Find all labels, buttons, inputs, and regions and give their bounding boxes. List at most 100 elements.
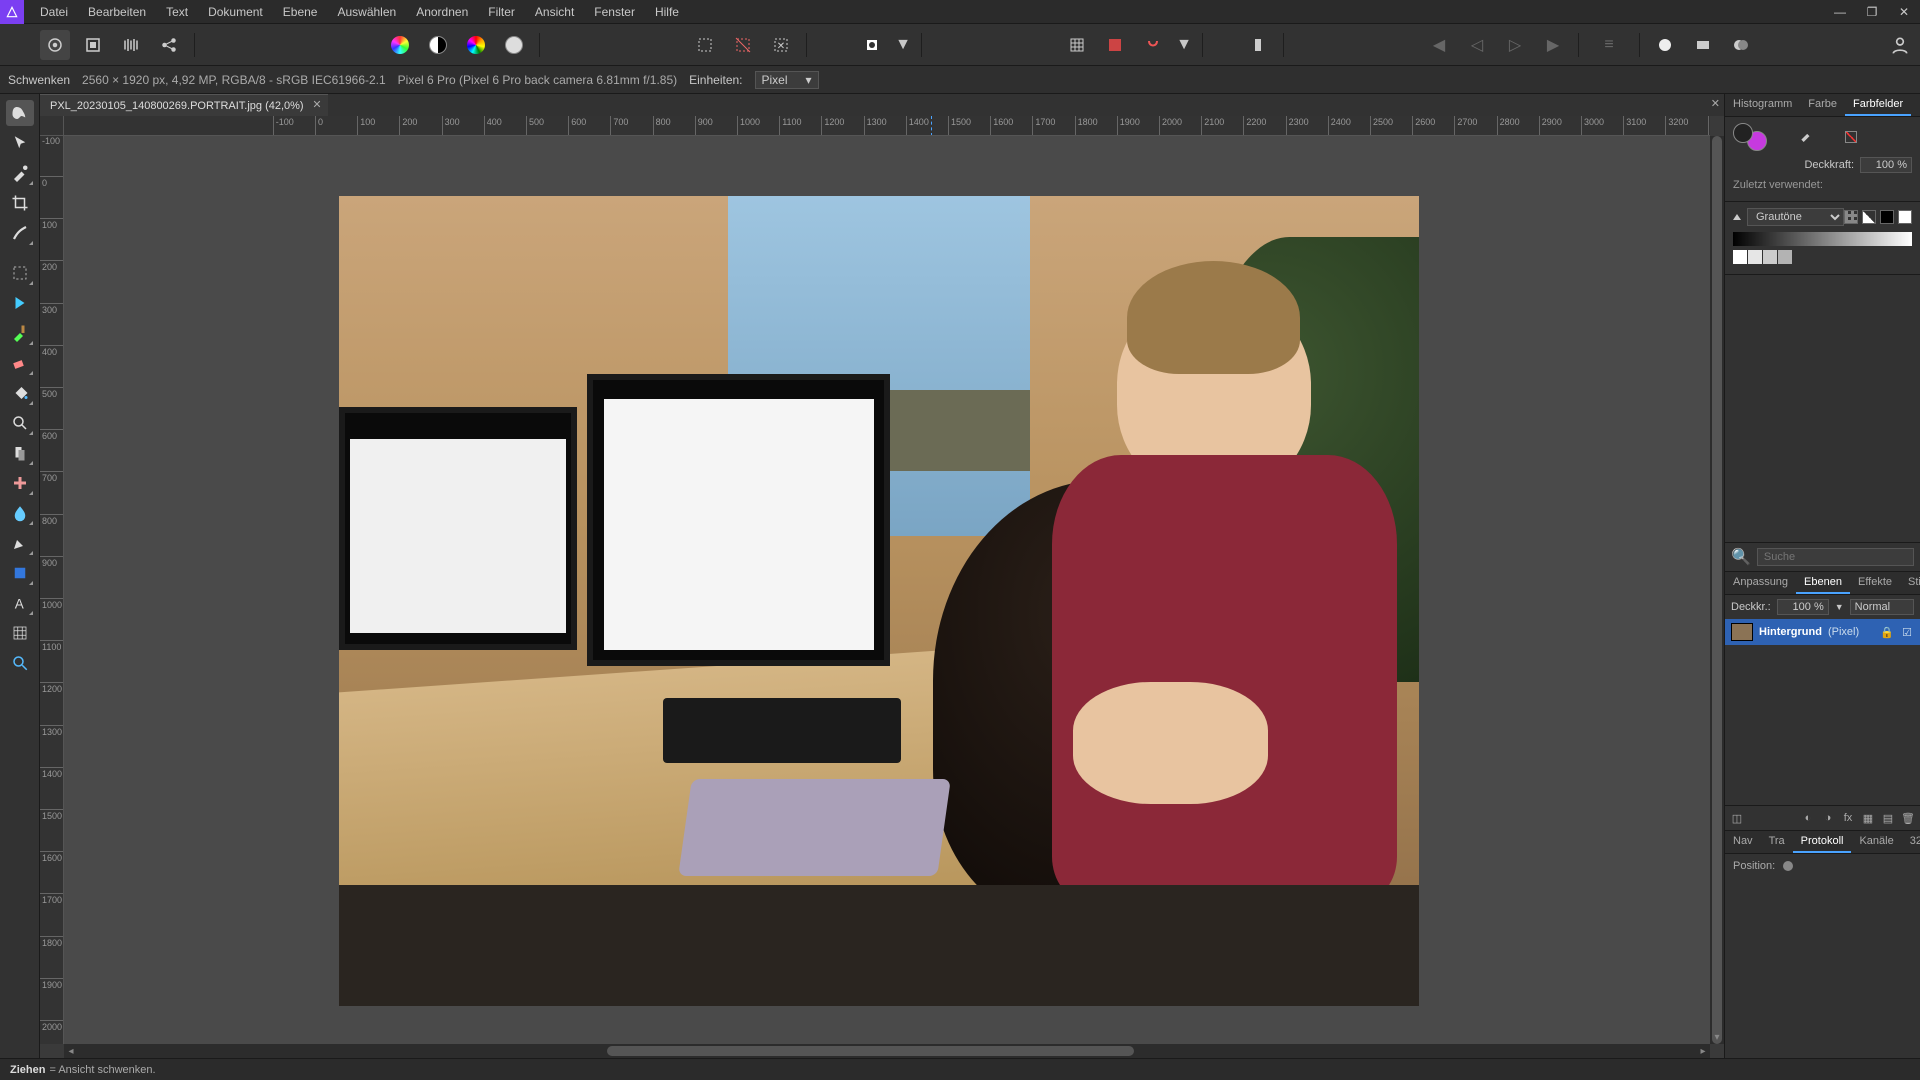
snapping-dropdown[interactable]: ▼	[1176, 30, 1192, 60]
layers-tab-anpassung[interactable]: Anpassung	[1725, 572, 1796, 594]
window-maximize-button[interactable]: ❐	[1856, 0, 1888, 24]
menu-filter[interactable]: Filter	[478, 0, 525, 24]
search-input[interactable]	[1757, 548, 1914, 566]
arrange-back-button[interactable]: ◀	[1424, 30, 1454, 60]
scroll-down-icon[interactable]: ▾	[1710, 1030, 1724, 1044]
scroll-left-icon[interactable]: ◂	[64, 1044, 78, 1058]
horizontal-scroll-thumb[interactable]	[607, 1046, 1134, 1056]
mesh-warp-tool[interactable]	[6, 620, 34, 646]
history-tab-32v[interactable]: 32V	[1902, 831, 1920, 853]
menu-auswählen[interactable]: Auswählen	[327, 0, 406, 24]
shape-tool[interactable]	[6, 560, 34, 586]
selection-subtract-button[interactable]: ✕	[766, 30, 796, 60]
quickmask-dropdown[interactable]: ▼	[895, 30, 911, 60]
color-wells[interactable]	[1733, 123, 1767, 151]
menu-bearbeiten[interactable]: Bearbeiten	[78, 0, 156, 24]
window-minimize-button[interactable]: —	[1824, 0, 1856, 24]
layer-lock-icon[interactable]: 🔒	[1880, 626, 1894, 639]
swatch[interactable]	[1748, 250, 1762, 264]
layer-visibility-checkbox[interactable]: ☑	[1900, 626, 1914, 639]
blur-tool[interactable]	[6, 500, 34, 526]
layer-blendmode-select[interactable]	[1850, 599, 1914, 615]
scroll-right-icon[interactable]: ▸	[1696, 1044, 1710, 1058]
ruler-horizontal[interactable]: -100010020030040050060070080090010001100…	[64, 116, 1710, 136]
auto-colors-button[interactable]	[461, 30, 491, 60]
footer-grid-icon[interactable]: ▤	[1880, 810, 1896, 826]
selection-brush-tool[interactable]	[6, 220, 34, 246]
menu-datei[interactable]: Datei	[30, 0, 78, 24]
window-close-button[interactable]: ✕	[1888, 0, 1920, 24]
swatch[interactable]	[1763, 250, 1777, 264]
menu-hilfe[interactable]: Hilfe	[645, 0, 689, 24]
pen-tool[interactable]	[6, 530, 34, 556]
history-tab-tra[interactable]: Tra	[1761, 831, 1793, 853]
swatch-add-icon[interactable]	[1880, 210, 1894, 224]
swatch-view-grid-icon[interactable]	[1844, 210, 1858, 224]
units-select[interactable]: Pixel ▾	[755, 71, 819, 89]
export-persona-button[interactable]	[154, 30, 184, 60]
menu-fenster[interactable]: Fenster	[584, 0, 645, 24]
add-layer-button[interactable]	[1650, 30, 1680, 60]
document-tab-close-icon[interactable]: ✕	[312, 98, 321, 111]
healing-tool[interactable]	[6, 470, 34, 496]
vertical-scroll-thumb[interactable]	[1712, 136, 1722, 1044]
color-none-icon[interactable]	[1845, 131, 1857, 143]
menu-dokument[interactable]: Dokument	[198, 0, 273, 24]
snapping-button[interactable]	[1138, 30, 1168, 60]
layer-opacity-input[interactable]	[1777, 599, 1829, 615]
paint-brush-tool[interactable]	[6, 320, 34, 346]
auto-whitebalance-button[interactable]	[499, 30, 529, 60]
layers-tab-effekte[interactable]: Effekte	[1850, 572, 1900, 594]
footer-fx-icon[interactable]: fx	[1840, 810, 1856, 826]
auto-contrast-button[interactable]	[423, 30, 453, 60]
clone-tool[interactable]	[6, 440, 34, 466]
move-tool[interactable]	[6, 130, 34, 156]
arrange-forward-button[interactable]: ▷	[1500, 30, 1530, 60]
document-tab[interactable]: PXL_20230105_140800269.PORTRAIT.jpg (42,…	[40, 94, 328, 116]
swatch-gradient-strip[interactable]	[1733, 232, 1912, 246]
eyedropper-icon[interactable]	[1799, 128, 1813, 147]
dodge-tool[interactable]	[6, 410, 34, 436]
swatch-view-list-icon[interactable]	[1862, 210, 1876, 224]
selection-new-button[interactable]	[690, 30, 720, 60]
foreground-color-well[interactable]	[1733, 123, 1753, 143]
document-tabs-close-all[interactable]: ✕	[1711, 97, 1720, 110]
history-position-slider[interactable]	[1783, 861, 1793, 871]
photo-persona-button[interactable]	[40, 30, 70, 60]
erase-brush-tool[interactable]	[6, 350, 34, 376]
panel-tab-histogramm[interactable]: Histogramm	[1725, 94, 1800, 116]
flood-select-tool[interactable]	[6, 290, 34, 316]
footer-adjust-icon[interactable]: ◑	[1820, 810, 1836, 826]
develop-persona-button[interactable]	[116, 30, 146, 60]
fill-tool[interactable]	[6, 380, 34, 406]
footer-addmask-icon[interactable]: ◐	[1800, 810, 1816, 826]
history-tab-protokoll[interactable]: Protokoll	[1793, 831, 1852, 853]
marquee-tool[interactable]	[6, 260, 34, 286]
menu-ansicht[interactable]: Ansicht	[525, 0, 584, 24]
ruler-origin-icon[interactable]	[40, 116, 64, 136]
layers-tab-ebenen[interactable]: Ebenen	[1796, 572, 1850, 594]
color-picker-tool[interactable]	[6, 160, 34, 186]
account-button[interactable]	[1880, 24, 1920, 66]
auto-levels-button[interactable]	[385, 30, 415, 60]
toggle-guides-button[interactable]	[1100, 30, 1130, 60]
view-tool[interactable]	[6, 100, 34, 126]
layers-tab-stile[interactable]: Stile	[1900, 572, 1920, 594]
ruler-vertical[interactable]: -100010020030040050060070080090010001100…	[40, 136, 64, 1044]
liquify-persona-button[interactable]	[78, 30, 108, 60]
history-tab-nav[interactable]: Nav	[1725, 831, 1761, 853]
align-button[interactable]: ≡	[1589, 30, 1629, 60]
mask-layer-button[interactable]	[1688, 30, 1718, 60]
merge-layer-button[interactable]	[1726, 30, 1756, 60]
opacity-input[interactable]	[1860, 157, 1912, 173]
assistant-button[interactable]	[1243, 30, 1273, 60]
swatch[interactable]	[1733, 250, 1747, 264]
canvas-viewport[interactable]	[64, 136, 1710, 1044]
crop-tool[interactable]	[6, 190, 34, 216]
panel-tab-farbfelder[interactable]: Farbfelder	[1845, 94, 1911, 116]
menu-ebene[interactable]: Ebene	[273, 0, 328, 24]
footer-delete-icon[interactable]: 🗑	[1900, 810, 1916, 826]
horizontal-scrollbar[interactable]: ◂ ▸	[64, 1044, 1710, 1058]
vertical-scrollbar[interactable]: ▴ ▾	[1710, 136, 1724, 1044]
swatch-none-icon[interactable]	[1898, 210, 1912, 224]
